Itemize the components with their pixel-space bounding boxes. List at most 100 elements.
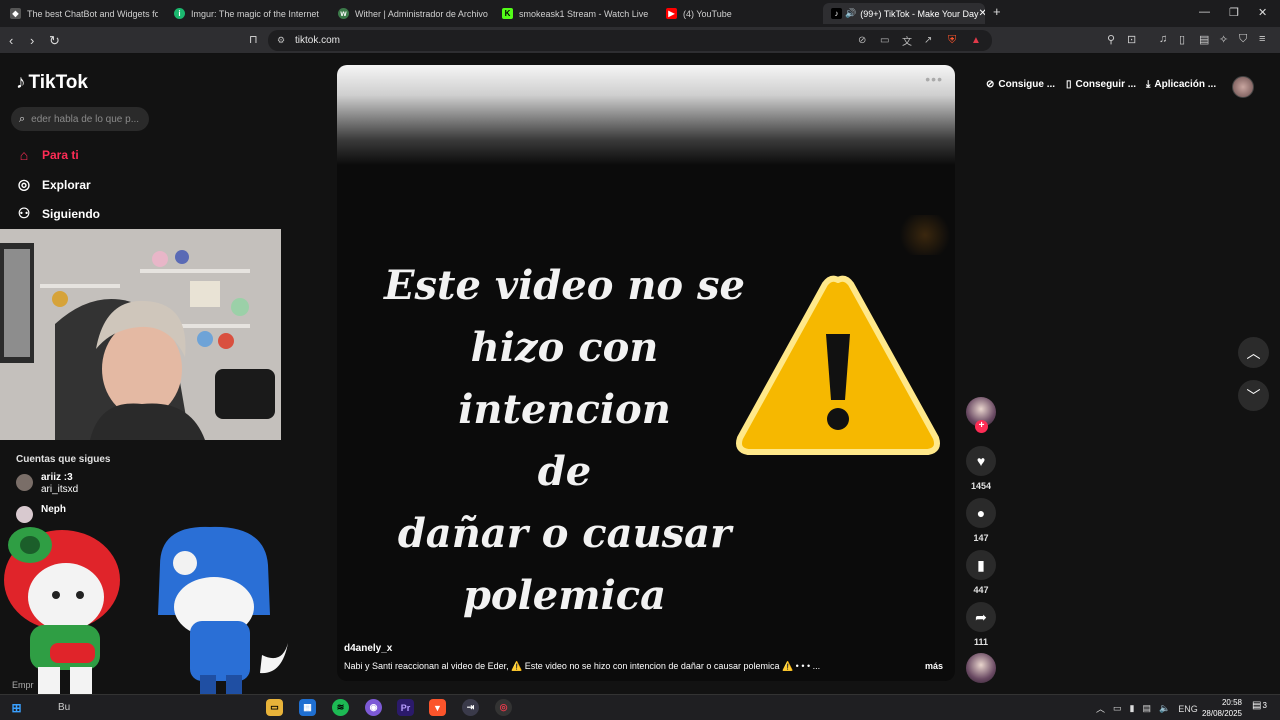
tray-expand-icon[interactable]: ︿	[1096, 702, 1105, 715]
spotify-icon[interactable]: ≋	[332, 699, 349, 716]
home-icon: ⌂	[19, 147, 29, 163]
video-player[interactable]: ••• Este video no se hizo con intencion …	[337, 65, 955, 681]
profile-avatar[interactable]	[1232, 76, 1254, 98]
mic-icon[interactable]: ▮	[1130, 703, 1135, 714]
bookmark-icon: ▮	[977, 556, 985, 573]
music-icon[interactable]: ♫	[1159, 33, 1167, 45]
next-video-button[interactable]: ﹀	[1238, 380, 1269, 411]
premiere-icon[interactable]: Pr	[397, 699, 414, 716]
more-options-icon[interactable]: •••	[925, 71, 943, 87]
new-tab-icon[interactable]: +	[993, 4, 1001, 19]
forward-icon[interactable]: ›	[30, 33, 34, 48]
share-button[interactable]: ➦	[966, 602, 996, 632]
taskbar-search[interactable]: Bu	[58, 702, 70, 713]
tab-kick[interactable]: K smokeask1 Stream - Watch Live on K	[502, 3, 650, 24]
comment-button[interactable]: ●	[966, 498, 996, 528]
close-window-icon[interactable]: ✕	[1258, 6, 1267, 19]
close-tab-icon[interactable]: ✕	[979, 8, 985, 19]
chevron-up-icon: ︿	[1246, 344, 1261, 361]
wallet-icon[interactable]: ▤	[1199, 33, 1209, 46]
tab-imgur[interactable]: i Imgur: The magic of the Internet	[174, 3, 324, 24]
video-description: Nabi y Santi reaccionan al video de Eder…	[344, 661, 821, 671]
minimize-icon[interactable]: —	[1199, 6, 1210, 18]
share-arrow-icon: ➦	[975, 608, 987, 625]
extensions-icon[interactable]: ⚲	[1107, 33, 1115, 46]
notification-center-icon[interactable]: ▤3	[1252, 700, 1267, 711]
get-app-button[interactable]: ▯ Conseguir ...	[1066, 79, 1136, 90]
coin-icon: ⊘	[986, 79, 995, 90]
phone-icon: ▯	[1066, 79, 1072, 90]
browser-toolbar: ‹ › ↻ ⊓ ⚙ tiktok.com ⊘ ▭ 文 ↗ ⛨ ▲ ⚲ ⊡ ♫ ▯…	[0, 27, 1280, 54]
following-icon: ⚇	[17, 205, 31, 221]
leo-icon[interactable]: ✧	[1219, 33, 1228, 46]
app-arrow-icon[interactable]: ⇥	[462, 699, 479, 716]
translate-icon[interactable]: 文	[902, 33, 912, 48]
search-input[interactable]: ⌕ eder habla de lo que p...	[11, 107, 149, 131]
like-button[interactable]: ♥	[966, 446, 996, 476]
tiktok-logo[interactable]: ♪ TikTok	[16, 72, 88, 94]
battery-icon[interactable]: ▭	[1113, 703, 1122, 714]
kick-icon: K	[502, 8, 513, 19]
wither-icon: w	[338, 8, 349, 19]
nav-para-ti[interactable]: ⌂ Para ti	[16, 147, 79, 163]
tab-tiktok[interactable]: ♪ 🔊 (99+) TikTok - Make Your Day ✕	[823, 3, 985, 24]
cast-icon[interactable]: ▭	[880, 35, 889, 46]
download-app-button[interactable]: ⤓ Aplicación ...	[1146, 79, 1216, 90]
green-character-sticker	[4, 527, 120, 695]
site-info-icon[interactable]: ⚙	[277, 35, 285, 46]
reload-icon[interactable]: ↻	[49, 33, 60, 49]
tiktok-icon: ♪	[831, 8, 842, 19]
compass-icon: ◎	[17, 176, 31, 192]
video-glow	[895, 215, 955, 255]
windows-start-icon[interactable]: ⊞	[8, 699, 25, 716]
address-bar[interactable]: ⚙ tiktok.com ⊘ ▭ 文 ↗ ⛨ ▲	[268, 30, 992, 51]
audio-icon: 🔊	[845, 8, 857, 18]
vpn-icon[interactable]: ⛉	[1239, 33, 1247, 46]
rewards-icon[interactable]: ▲	[971, 35, 981, 46]
comment-count: 147	[973, 533, 989, 543]
back-icon[interactable]: ‹	[9, 33, 13, 48]
avatar	[16, 474, 33, 491]
account-ariiz[interactable]: ariiz :3 ari_itsxd	[16, 472, 78, 496]
get-coins-button[interactable]: ⊘ Consigue ...	[986, 79, 1055, 90]
network-icon[interactable]: ▤	[1142, 703, 1151, 714]
bookmark-icon[interactable]: ⊓	[249, 33, 258, 46]
windows-taskbar: ⊞ Bu ▭ ▦ ≋ ◉ Pr ▼ ⇥ ◎ ︿ ▭ ▮ ▤ 🔈 ENG 20:5…	[0, 694, 1280, 720]
language-indicator[interactable]: ENG	[1178, 704, 1198, 714]
page-action-icon[interactable]: ⊘	[858, 35, 866, 46]
comment-icon: ●	[976, 505, 986, 521]
menu-icon[interactable]: ≡	[1259, 33, 1265, 45]
sidebar-icon[interactable]: ▯	[1179, 33, 1185, 46]
sound-avatar[interactable]	[966, 653, 996, 683]
brave-shield-icon[interactable]: ⛨	[948, 34, 956, 47]
previous-video-button[interactable]: ︿	[1238, 337, 1269, 368]
obs-icon[interactable]: ◎	[495, 699, 512, 716]
chevron-down-icon: ﹀	[1246, 387, 1261, 404]
save-button[interactable]: ▮	[966, 550, 996, 580]
video-author[interactable]: d4anely_x	[344, 643, 392, 654]
screenshot-icon[interactable]: ⊡	[1127, 33, 1136, 46]
nav-siguiendo[interactable]: ⚇ Siguiendo	[16, 205, 100, 222]
tiktok-logo-icon: ♪	[16, 72, 26, 93]
follow-plus-icon[interactable]: +	[975, 420, 988, 433]
store-icon[interactable]: ▦	[299, 699, 316, 716]
account-neph[interactable]: Neph	[16, 504, 66, 523]
file-explorer-icon[interactable]: ▭	[266, 699, 283, 716]
save-count: 447	[973, 585, 989, 595]
avatar	[16, 506, 33, 523]
tab-chatbot[interactable]: ◆ The best ChatBot and Widgets for Ki	[10, 3, 158, 24]
tab-youtube[interactable]: ▶ (4) YouTube	[666, 3, 786, 24]
restore-icon[interactable]: ❐	[1229, 6, 1239, 19]
system-tray: ︿ ▭ ▮ ▤ 🔈 ENG	[1096, 702, 1198, 715]
share-icon[interactable]: ↗	[924, 35, 932, 46]
see-more-link[interactable]: más	[925, 661, 943, 671]
brave-icon[interactable]: ▼	[429, 699, 446, 716]
discord-icon[interactable]: ◉	[365, 699, 382, 716]
following-accounts-title: Cuentas que sigues	[16, 454, 111, 465]
youtube-icon: ▶	[666, 8, 677, 19]
nav-explorar[interactable]: ◎ Explorar	[16, 176, 91, 193]
download-icon: ⤓	[1146, 79, 1151, 90]
clock[interactable]: 20:58 28/08/2025	[1200, 697, 1242, 719]
volume-icon[interactable]: 🔈	[1159, 703, 1170, 714]
tab-wither[interactable]: w Wither | Administrador de Archivos	[338, 3, 488, 24]
